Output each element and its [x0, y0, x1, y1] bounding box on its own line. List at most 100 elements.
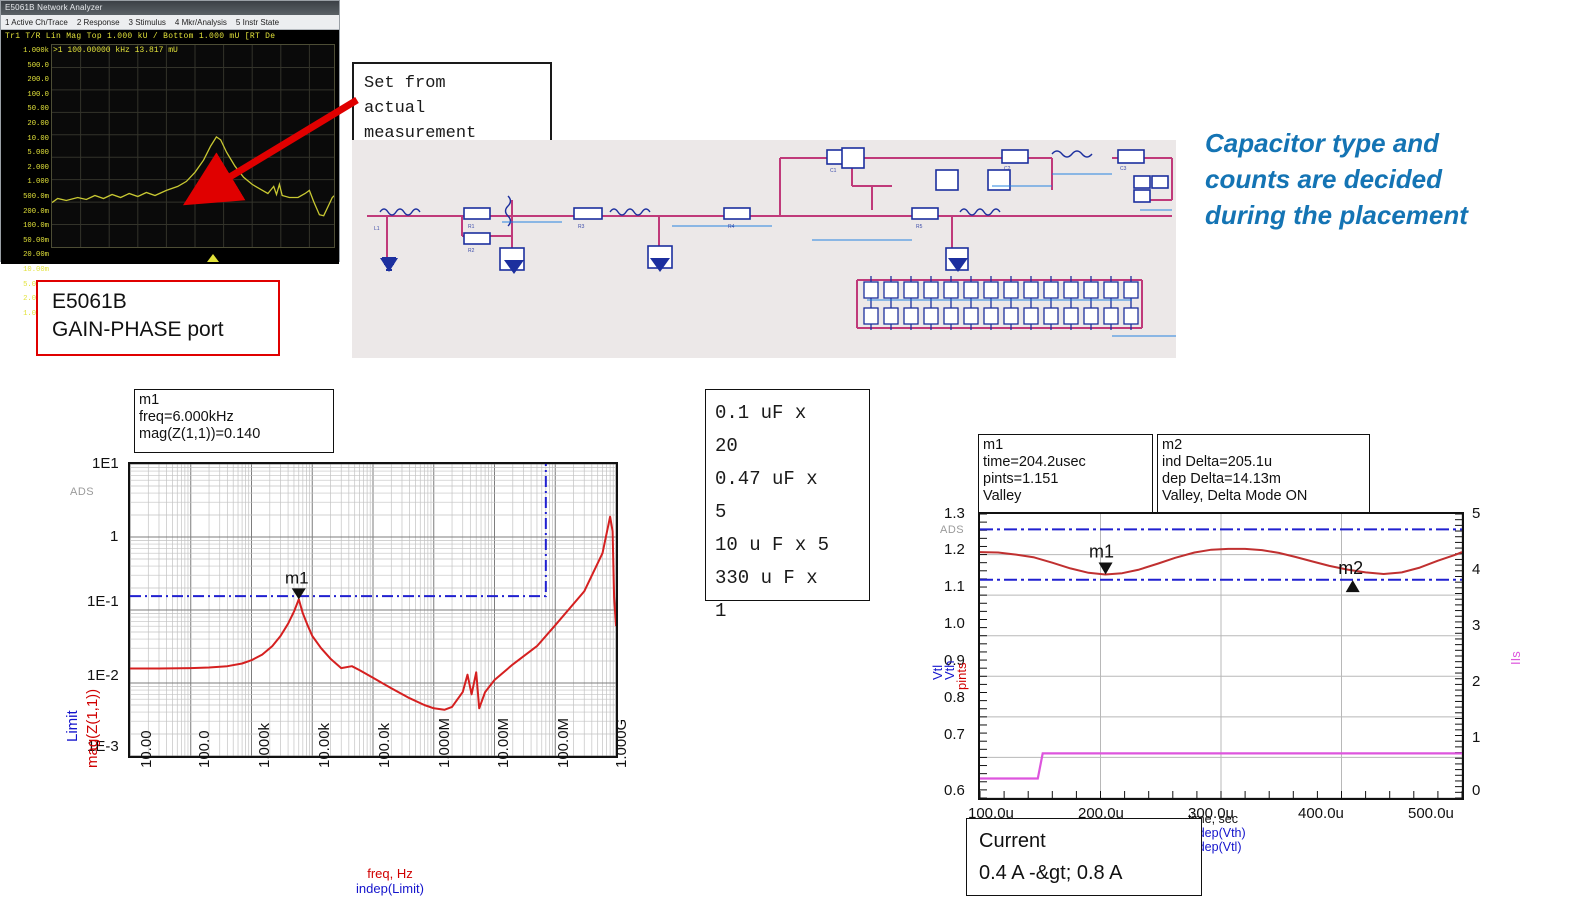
- marker-line: pints=1.151: [983, 471, 1059, 487]
- vna-ytick: 1.000: [27, 178, 49, 187]
- xlabel-indep-limit: indep(Limit): [356, 881, 424, 896]
- menu-item-mkr-analysis[interactable]: 4 Mkr/Analysis: [175, 18, 227, 27]
- vna-ytick: 1.000k: [23, 47, 49, 55]
- callout-line: actual: [364, 99, 426, 118]
- xtick-left: 1.000M: [436, 717, 453, 768]
- vna-ytick: 2.000: [27, 163, 49, 172]
- svg-text:m2: m2: [1338, 558, 1363, 578]
- ytick-right-left: 1.0: [944, 615, 965, 632]
- current-annotation-box: Current 0.4 A -&gt; 0.8 A: [966, 818, 1202, 896]
- ytick-right-right: 4: [1472, 561, 1481, 578]
- vna-marker-readout: >1 100.00000 kHz 13.817 mU: [53, 46, 178, 55]
- svg-text:R5: R5: [916, 224, 923, 230]
- marker-box-m1-left: m1 freq=6.000kHz mag(Z(1,1))=0.140: [134, 389, 334, 453]
- vna-window-title: E5061B Network Analyzer: [1, 1, 339, 15]
- marker-line: dep Delta=14.13m: [1162, 471, 1281, 487]
- ytick-right-left: 0.7: [944, 726, 965, 743]
- xtick-left: 1.000G: [613, 718, 630, 768]
- xlabel-left-group: freq, Hz indep(Limit): [300, 866, 480, 896]
- vna-stimulus-marker-icon: [207, 254, 219, 262]
- svg-text:C1: C1: [830, 168, 837, 174]
- cap-line: 10 u F x 5: [715, 534, 830, 556]
- vna-ytick: 10.00: [27, 134, 49, 143]
- ytick-right-left: 1.1: [944, 578, 965, 595]
- ylabel-magz: mag(Z(1,1)): [84, 688, 101, 768]
- cap-line: 0.47 uF x: [715, 468, 818, 490]
- capacitor-list-box: 0.1 uF x 20 0.47 uF x 5 10 u F x 5 330 u…: [705, 389, 870, 622]
- svg-text:C2: C2: [1004, 166, 1011, 172]
- marker-line: Valley: [983, 488, 1022, 504]
- vna-ytick: 20.00m: [23, 251, 49, 260]
- vna-ytick: 10.00m: [23, 265, 49, 274]
- marker-box-m1-right: m1 time=204.2usec pints=1.151 Valley: [978, 434, 1153, 514]
- xtick-left: 100.0M: [555, 717, 572, 768]
- vna-ytick: 100.0m: [23, 222, 49, 231]
- menu-item-instr-state[interactable]: 5 Instr State: [236, 18, 279, 27]
- note-line: counts are decided: [1205, 164, 1442, 194]
- xtick-left: 10.00k: [316, 722, 333, 768]
- current-title: Current: [979, 830, 1046, 852]
- marker-line: ind Delta=205.1u: [1162, 454, 1273, 470]
- impedance-plot-svg: m1: [129, 463, 617, 757]
- transient-plot-svg: m1 m2: [979, 513, 1463, 799]
- vna-menu-bar[interactable]: 1 Active Ch/Trace 2 Response 3 Stimulus …: [1, 15, 339, 30]
- ytick-left: 1E1: [92, 455, 119, 472]
- marker-line: mag(Z(1,1))=0.140: [139, 426, 261, 442]
- red-arrow-to-vna-peak: [183, 97, 359, 206]
- xtick-right: 500.0u: [1408, 805, 1454, 822]
- ytick-right-right: 0: [1472, 782, 1481, 799]
- current-value: 0.4 A -&gt; 0.8 A: [979, 862, 1123, 884]
- cap-line: 20: [715, 435, 738, 457]
- xtick-left: 10.00M: [495, 717, 512, 768]
- ytick-left: 1: [110, 528, 119, 545]
- marker-line: Valley, Delta Mode ON: [1162, 488, 1308, 504]
- svg-text:m1: m1: [1089, 541, 1114, 561]
- vna-ytick: 50.00: [27, 105, 49, 114]
- xtick-left: 100.0: [196, 730, 213, 768]
- cap-line: 5: [715, 501, 727, 523]
- ytick-right-right: 1: [1472, 729, 1481, 746]
- xlabel-freq: freq, Hz: [367, 866, 413, 881]
- marker-line: m1: [983, 437, 1004, 453]
- xtick-right: 400.0u: [1298, 805, 1344, 822]
- vna-ytick: 500.0: [27, 61, 49, 70]
- xtick-left: 1.000k: [256, 722, 273, 768]
- ytick-right-right: 3: [1472, 617, 1481, 634]
- note-line: during the placement: [1205, 200, 1468, 230]
- callout-line: Set from: [364, 74, 446, 93]
- menu-item-active-ch-trace[interactable]: 1 Active Ch/Trace: [5, 18, 68, 27]
- ytick-right-left: 0.8: [944, 689, 965, 706]
- xtick-left: 100.0k: [376, 722, 393, 768]
- vna-ytick: 50.00m: [23, 236, 49, 245]
- vna-ytick: 100.0: [27, 90, 49, 99]
- schematic-svg: L1 R1 R2 R3 R4 R5 C1 C2 C3: [367, 147, 1212, 337]
- callout-line: GAIN-PHASE port: [52, 318, 224, 341]
- vna-trace-header: Tr1 T/R Lin Mag Top 1.000 kU / Bottom 1.…: [5, 32, 276, 41]
- ytick-right-right: 2: [1472, 673, 1481, 690]
- ads-watermark-left: ADS: [70, 486, 95, 498]
- marker-line: m1: [139, 392, 160, 408]
- svg-text:R3: R3: [578, 224, 585, 230]
- svg-text:m1: m1: [285, 568, 309, 587]
- vna-ytick: 20.00: [27, 119, 49, 128]
- cap-line: 1: [715, 600, 727, 622]
- cap-line: 0.1 uF x: [715, 402, 807, 424]
- ytick-left: 1E-1: [87, 593, 119, 610]
- note-line: Capacitor type and: [1205, 128, 1440, 158]
- ytick-left: 1E-2: [87, 667, 119, 684]
- marker-line: freq=6.000kHz: [139, 409, 234, 425]
- xtick-left: 10.00: [138, 730, 155, 768]
- callout-line: E5061B: [52, 290, 127, 313]
- vna-ytick: 200.0: [27, 76, 49, 85]
- menu-item-response[interactable]: 2 Response: [77, 18, 120, 27]
- svg-text:L1: L1: [374, 226, 380, 232]
- marker-line: m2: [1162, 437, 1183, 453]
- callout-set-from-measurement: Set from actual measurement: [352, 62, 552, 148]
- ylabel-pints: pints: [954, 662, 969, 690]
- vna-ytick: 500.0m: [23, 192, 49, 201]
- ylabel-ils: IIs: [1508, 651, 1523, 665]
- ytick-right-left: 1.2: [944, 541, 965, 558]
- callout-gain-phase-port: E5061B GAIN-PHASE port: [36, 280, 280, 356]
- menu-item-stimulus[interactable]: 3 Stimulus: [129, 18, 166, 27]
- svg-text:C3: C3: [1120, 166, 1127, 172]
